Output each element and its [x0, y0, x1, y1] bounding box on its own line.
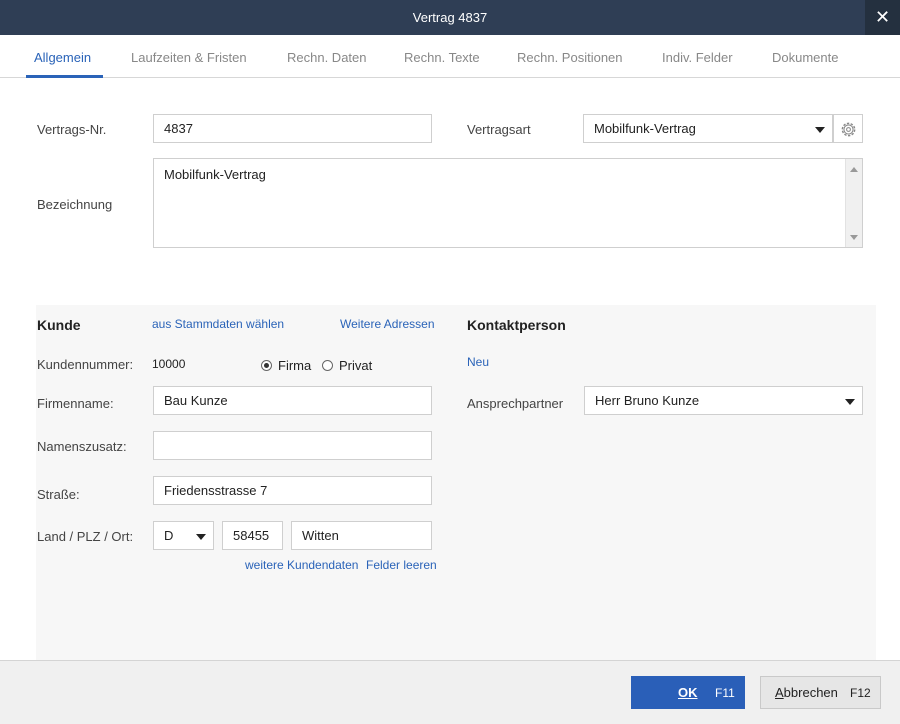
- name-suffix-input[interactable]: [153, 431, 432, 460]
- contact-partner-value: Herr Bruno Kunze: [595, 393, 700, 408]
- customer-number-label: Kundennummer:: [37, 357, 134, 372]
- new-contact-link[interactable]: Neu: [467, 355, 489, 369]
- tab-rechn-daten[interactable]: Rechn. Daten: [287, 50, 367, 65]
- cancel-button-label: Abbrechen: [775, 685, 838, 700]
- tab-rechn-texte[interactable]: Rechn. Texte: [404, 50, 480, 65]
- description-scrollbar[interactable]: [845, 159, 862, 247]
- contact-partner-select[interactable]: Herr Bruno Kunze: [584, 386, 863, 415]
- tab-laufzeiten-fristen[interactable]: Laufzeiten & Fristen: [131, 50, 247, 65]
- title-bar: Vertrag 4837 ✕: [0, 0, 900, 35]
- location-label: Land / PLZ / Ort:: [37, 529, 134, 544]
- description-value: Mobilfunk-Vertrag: [164, 167, 266, 182]
- contract-number-input[interactable]: 4837: [153, 114, 432, 143]
- active-tab-indicator: [26, 75, 103, 78]
- contract-type-settings-button[interactable]: [833, 114, 863, 143]
- radio-private-label[interactable]: Privat: [339, 358, 372, 373]
- tab-bar: Allgemein Laufzeiten & Fristen Rechn. Da…: [0, 35, 900, 78]
- chevron-down-icon: [845, 399, 855, 405]
- cancel-button-shortcut: F12: [850, 686, 871, 700]
- company-name-label: Firmenname:: [37, 396, 114, 411]
- street-label: Straße:: [37, 487, 80, 502]
- street-value: Friedensstrasse 7: [164, 483, 268, 498]
- chevron-down-icon: [196, 534, 206, 540]
- country-select[interactable]: D: [153, 521, 214, 550]
- name-suffix-label: Namenszusatz:: [37, 439, 127, 454]
- company-name-value: Bau Kunze: [164, 393, 228, 408]
- contact-title: Kontaktperson: [467, 317, 566, 333]
- tab-dokumente[interactable]: Dokumente: [772, 50, 838, 65]
- tab-indiv-felder[interactable]: Indiv. Felder: [662, 50, 733, 65]
- description-label: Bezeichnung: [37, 197, 113, 212]
- ok-button[interactable]: OK F11: [631, 676, 745, 709]
- contract-number-value: 4837: [164, 121, 193, 136]
- ok-button-label: OK: [678, 685, 698, 700]
- tab-allgemein[interactable]: Allgemein: [34, 50, 91, 65]
- clear-fields-link[interactable]: Felder leeren: [366, 558, 437, 572]
- more-addresses-link[interactable]: Weitere Adressen: [340, 317, 435, 331]
- city-value: Witten: [302, 528, 339, 543]
- chevron-down-icon: [815, 127, 825, 133]
- country-value: D: [164, 528, 174, 543]
- window-title: Vertrag 4837: [412, 10, 488, 25]
- ok-button-shortcut: F11: [715, 686, 735, 700]
- zip-input[interactable]: 58455: [222, 521, 283, 550]
- scroll-down-icon[interactable]: [850, 235, 858, 240]
- gear-icon: [841, 122, 856, 137]
- contract-number-label: Vertrags-Nr.: [37, 122, 107, 137]
- close-button[interactable]: ✕: [865, 0, 900, 35]
- street-input[interactable]: Friedensstrasse 7: [153, 476, 432, 505]
- cancel-button[interactable]: Abbrechen F12: [760, 676, 881, 709]
- contract-type-label: Vertragsart: [467, 122, 531, 137]
- zip-value: 58455: [233, 528, 270, 543]
- tab-rechn-positionen[interactable]: Rechn. Positionen: [517, 50, 623, 65]
- company-name-input[interactable]: Bau Kunze: [153, 386, 432, 415]
- select-from-master-data-link[interactable]: aus Stammdaten wählen: [152, 317, 284, 331]
- radio-company[interactable]: [261, 360, 272, 371]
- radio-private[interactable]: [322, 360, 333, 371]
- customer-title: Kunde: [37, 317, 81, 333]
- radio-company-label[interactable]: Firma: [278, 358, 311, 373]
- city-input[interactable]: Witten: [291, 521, 432, 550]
- close-icon: ✕: [874, 7, 891, 27]
- contract-type-select[interactable]: Mobilfunk-Vertrag: [583, 114, 833, 143]
- scroll-up-icon[interactable]: [850, 167, 858, 172]
- contact-partner-label: Ansprechpartner: [467, 396, 564, 411]
- description-textarea[interactable]: Mobilfunk-Vertrag: [153, 158, 863, 248]
- more-customer-data-link[interactable]: weitere Kundendaten: [245, 558, 358, 572]
- customer-number-value: 10000: [152, 357, 186, 371]
- contract-type-value: Mobilfunk-Vertrag: [594, 121, 696, 136]
